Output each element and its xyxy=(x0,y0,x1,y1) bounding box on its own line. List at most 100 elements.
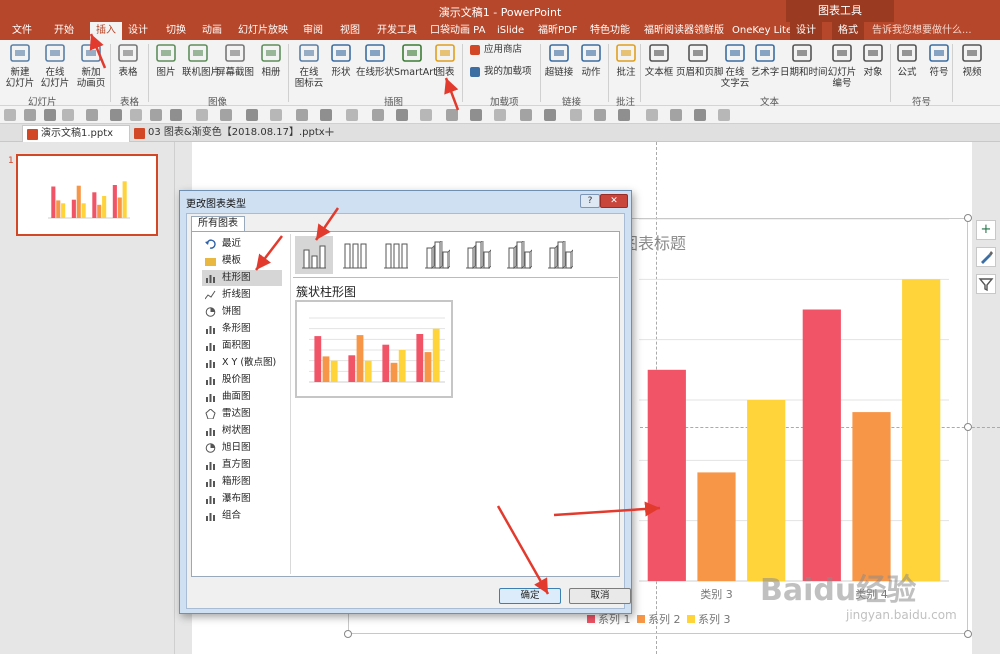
chart-category-item[interactable]: X Y (散点图) xyxy=(202,355,282,371)
toolbar-tool-icon[interactable] xyxy=(150,109,162,121)
toolbar-tool-icon[interactable] xyxy=(170,109,182,121)
chart-category-item[interactable]: 雷达图 xyxy=(202,406,282,422)
chart-subtype-option[interactable] xyxy=(418,236,456,274)
toolbar-tool-icon[interactable] xyxy=(544,109,556,121)
bar-类别 1-系列 2[interactable] xyxy=(56,200,61,218)
ribbon-button-3[interactable]: 表格 xyxy=(112,42,144,92)
cancel-button[interactable]: 取消 xyxy=(569,588,631,604)
ribbon-button-11[interactable]: SmartArt xyxy=(394,42,437,92)
chart-category-item[interactable]: 树状图 xyxy=(202,423,282,439)
chart-styles-button[interactable] xyxy=(976,247,996,267)
toolbar-tool-icon[interactable] xyxy=(646,109,658,121)
bar-类别 3-系列 1[interactable] xyxy=(647,369,686,581)
bar-类别 1-系列 3[interactable] xyxy=(330,360,338,382)
bar-类别 3-系列 1[interactable] xyxy=(92,192,97,218)
resize-handle-r[interactable] xyxy=(964,423,972,431)
tab-12[interactable]: 福昕PDF xyxy=(538,22,577,40)
toolbar-tool-icon[interactable] xyxy=(420,109,432,121)
bar-类别 3-系列 3[interactable] xyxy=(398,350,406,382)
chart-category-item[interactable]: 条形图 xyxy=(202,321,282,337)
bar-类别 3-系列 2[interactable] xyxy=(390,362,398,382)
toolbar-tool-icon[interactable] xyxy=(594,109,606,121)
bar-类别 4-系列 2[interactable] xyxy=(117,197,122,219)
ribbon-button-24[interactable]: 对象 xyxy=(860,42,886,92)
doc-tab[interactable]: 03 图表&渐变色【2018.08.17】.pptx xyxy=(130,125,325,142)
ribbon-button-15[interactable]: 超链接 xyxy=(544,42,574,92)
chart-category-item[interactable]: 股价图 xyxy=(202,372,282,388)
toolbar-tool-icon[interactable] xyxy=(4,109,16,121)
chart-subtype-option[interactable] xyxy=(336,236,374,274)
tell-me-search[interactable]: 告诉我您想要做什么... xyxy=(872,22,972,40)
chart-category-item[interactable]: 组合 xyxy=(202,508,282,524)
bar-类别 2-系列 2[interactable] xyxy=(356,335,364,382)
toolbar-tool-icon[interactable] xyxy=(24,109,36,121)
resize-handle-br[interactable] xyxy=(964,630,972,638)
help-button[interactable]: ? xyxy=(580,194,600,208)
bar-类别 2-系列 1[interactable] xyxy=(348,355,356,382)
ribbon-button-12[interactable]: 图表 xyxy=(432,42,458,92)
bar-类别 1-系列 1[interactable] xyxy=(51,186,56,219)
ok-button[interactable]: 确定 xyxy=(499,588,561,604)
tab-8[interactable]: 视图 xyxy=(340,22,360,40)
tab-1[interactable]: 开始 xyxy=(54,22,74,40)
tab-9[interactable]: 开发工具 xyxy=(377,22,417,40)
toolbar-tool-icon[interactable] xyxy=(570,109,582,121)
toolbar-tool-icon[interactable] xyxy=(62,109,74,121)
toolbar-tool-icon[interactable] xyxy=(346,109,358,121)
toolbar-tool-icon[interactable] xyxy=(694,109,706,121)
tab-2[interactable]: 插入 xyxy=(90,22,122,40)
bar-类别 4-系列 1[interactable] xyxy=(416,334,424,382)
bar-类别 4-系列 3[interactable] xyxy=(122,181,127,218)
toolbar-tool-icon[interactable] xyxy=(670,109,682,121)
tab-15[interactable]: OneKey Lite xyxy=(732,22,792,40)
slide-thumbnail[interactable] xyxy=(16,154,158,236)
ribbon-button-18[interactable]: 文本框 xyxy=(644,42,674,92)
tab-5[interactable]: 动画 xyxy=(202,22,222,40)
resize-handle-tr[interactable] xyxy=(964,214,972,222)
ribbon-button-10[interactable]: 在线形状 xyxy=(356,42,394,92)
chart-category-item[interactable]: 折线图 xyxy=(202,287,282,303)
tab-16[interactable]: 设计 xyxy=(790,22,822,40)
chart-subtype-option[interactable] xyxy=(295,236,333,274)
bar-类别 4-系列 3[interactable] xyxy=(902,279,941,581)
tab-0[interactable]: 文件 xyxy=(12,22,32,40)
bar-类别 4-系列 3[interactable] xyxy=(432,328,440,382)
toolbar-tool-icon[interactable] xyxy=(372,109,384,121)
ribbon-button-1[interactable]: 在线 幻灯片 xyxy=(38,42,72,92)
ribbon-button-9[interactable]: 形状 xyxy=(328,42,354,92)
bar-类别 2-系列 1[interactable] xyxy=(71,199,76,218)
bar-类别 1-系列 3[interactable] xyxy=(61,203,66,218)
tab-11[interactable]: iSlide xyxy=(497,22,524,40)
toolbar-tool-icon[interactable] xyxy=(130,109,142,121)
bar-类别 4-系列 1[interactable] xyxy=(112,185,117,218)
ribbon-button-8[interactable]: 在线 图标云 xyxy=(292,42,326,92)
toolbar-tool-icon[interactable] xyxy=(270,109,282,121)
tab-14[interactable]: 福昕阅读器领鲜版 xyxy=(644,22,724,40)
ribbon-button-6[interactable]: 屏幕截图 xyxy=(216,42,254,92)
chart-category-item[interactable]: 箱形图 xyxy=(202,474,282,490)
bar-类别 2-系列 2[interactable] xyxy=(76,185,81,218)
bar-类别 1-系列 1[interactable] xyxy=(314,336,322,382)
chart-category-item[interactable]: 饼图 xyxy=(202,304,282,320)
toolbar-tool-icon[interactable] xyxy=(110,109,122,121)
tab-6[interactable]: 幻灯片放映 xyxy=(238,22,288,40)
toolbar-tool-icon[interactable] xyxy=(396,109,408,121)
bar-类别 2-系列 3[interactable] xyxy=(81,203,86,218)
tab-7[interactable]: 审阅 xyxy=(303,22,323,40)
chart-category-item[interactable]: 直方图 xyxy=(202,457,282,473)
resize-handle-bl[interactable] xyxy=(344,630,352,638)
close-button[interactable]: ✕ xyxy=(600,194,628,208)
toolbar-tool-icon[interactable] xyxy=(618,109,630,121)
chart-category-item[interactable]: 模板 xyxy=(202,253,282,269)
tab-all-charts[interactable]: 所有图表 xyxy=(191,216,245,232)
ribbon-button-16[interactable]: 动作 xyxy=(576,42,606,92)
ribbon-button-5[interactable]: 联机图片 xyxy=(182,42,220,92)
toolbar-tool-icon[interactable] xyxy=(44,109,56,121)
bar-类别 3-系列 2[interactable] xyxy=(697,472,736,581)
bar-类别 4-系列 2[interactable] xyxy=(852,412,891,581)
chart-category-item[interactable]: 最近 xyxy=(202,236,282,252)
chart-subtype-option[interactable] xyxy=(377,236,415,274)
toolbar-tool-icon[interactable] xyxy=(446,109,458,121)
toolbar-tool-icon[interactable] xyxy=(718,109,730,121)
ribbon-button-7[interactable]: 相册 xyxy=(256,42,286,92)
